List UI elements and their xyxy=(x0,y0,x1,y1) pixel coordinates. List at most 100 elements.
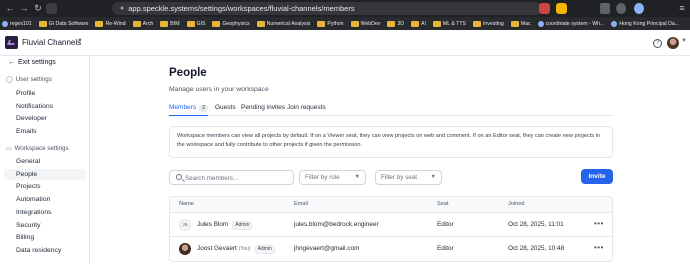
column-header-joined[interactable]: Joined xyxy=(508,201,524,207)
bookmark-label: coordinate system - Wh... xyxy=(545,20,605,27)
search-icon xyxy=(176,174,182,180)
tab-label: Pending invites xyxy=(241,104,286,111)
chevron-down-icon[interactable]: ▼ xyxy=(77,38,83,44)
menu-icon[interactable]: ≡ xyxy=(676,3,688,13)
member-name-cell: Joost Gevaert (You) Admin xyxy=(197,245,275,254)
member-name: Joost Gevaert xyxy=(197,245,237,252)
brave-shield-icon[interactable] xyxy=(539,3,550,14)
bookmark-item[interactable]: ML & TTS xyxy=(432,20,466,27)
bookmark-item[interactable]: GIS xyxy=(186,20,205,27)
bookmark-item[interactable]: Re-Wind xyxy=(95,20,126,27)
sidebar-item-projects[interactable]: Projects xyxy=(4,181,86,192)
table-row: JB Jules Blom Admin jules.blom@bedrock.en… xyxy=(170,213,612,237)
invite-button[interactable]: Invite xyxy=(581,169,613,184)
sidebar-item-automation[interactable]: Automation xyxy=(4,194,86,205)
sidebar-item-emails[interactable]: Emails xyxy=(4,126,86,137)
workspace-name[interactable]: Fluvial Channels xyxy=(22,38,81,47)
column-header-seat[interactable]: Seat xyxy=(437,201,449,207)
sidebar-item-billing[interactable]: Billing xyxy=(4,232,86,243)
address-bar[interactable]: ● app.speckle.systems/settings/workspace… xyxy=(112,2,542,15)
bookmark-item[interactable]: regex101 xyxy=(2,20,32,27)
profile-icon[interactable] xyxy=(634,3,644,14)
bookmark-item[interactable]: WebDev xyxy=(350,20,381,27)
bookmark-item[interactable]: GI Data Software xyxy=(38,20,89,27)
bookmark-item[interactable]: Geophysics xyxy=(212,20,250,27)
page-title: People xyxy=(169,67,207,79)
site-favicon-icon xyxy=(537,20,544,27)
bookmark-label: Investing xyxy=(482,20,504,27)
bookmark-label: AI xyxy=(421,20,426,27)
bookmark-label: GI Data Software xyxy=(48,20,89,27)
folder-icon xyxy=(411,20,420,27)
sidebar-item-profile[interactable]: Profile xyxy=(4,88,86,99)
folder-icon xyxy=(38,20,47,27)
bookmark-item[interactable]: Hong Kong Principal Da... xyxy=(611,20,679,27)
member-seat[interactable]: Editor xyxy=(437,221,454,228)
folder-icon xyxy=(95,20,104,27)
sidebar-item-developer[interactable]: Developer xyxy=(4,113,86,124)
site-favicon-icon xyxy=(611,20,618,27)
search-input[interactable] xyxy=(185,173,290,183)
sidebar-item-general[interactable]: General xyxy=(4,156,86,167)
sidebar-item-integrations[interactable]: Integrations xyxy=(4,207,86,218)
page-subtitle: Manage users in your workspace xyxy=(169,86,269,93)
tab-label: Join requests xyxy=(287,104,326,111)
bookmark-label: Python xyxy=(327,20,344,27)
you-label: (You) xyxy=(238,246,251,252)
folder-icon xyxy=(472,20,481,27)
tab-pending-invites[interactable]: Pending invites xyxy=(241,103,285,116)
bookmark-item[interactable]: BIM xyxy=(160,20,180,27)
more-actions-icon[interactable]: ••• xyxy=(594,219,604,228)
tab-members[interactable]: Members 2 xyxy=(169,103,209,116)
wallet-icon[interactable] xyxy=(616,3,626,14)
select-value: Filter by seat xyxy=(381,174,418,181)
reload-icon[interactable]: ↻ xyxy=(32,3,44,14)
member-name-cell: Jules Blom Admin xyxy=(197,221,253,230)
sidebar-toggle-icon[interactable] xyxy=(600,3,610,14)
bookmark-item[interactable]: coordinate system - Wh... xyxy=(537,20,605,27)
members-table: Name Email Seat Joined JB Jules Blom Admi… xyxy=(169,196,613,262)
section-label: User settings xyxy=(15,76,52,83)
extension-icon[interactable] xyxy=(556,3,567,14)
table-header: Name Email Seat Joined xyxy=(170,197,612,213)
bookmark-item[interactable]: Mac xyxy=(510,20,531,27)
bookmark-item[interactable]: 3D xyxy=(387,20,404,27)
folder-icon xyxy=(160,20,169,27)
bookmark-item[interactable]: Numerical Analysis xyxy=(256,20,310,27)
sidebar-item-people[interactable]: People xyxy=(4,168,86,180)
info-notice: Workspace members can view all projects … xyxy=(169,126,613,158)
chevron-down-icon[interactable]: ▼ xyxy=(681,38,687,44)
more-actions-icon[interactable]: ••• xyxy=(594,243,604,252)
lock-icon: ● xyxy=(120,5,125,12)
folder-icon xyxy=(350,20,359,27)
arrow-left-icon: ← xyxy=(8,59,15,66)
select-value: Filter by role xyxy=(305,174,340,181)
exit-settings-button[interactable]: ← Exit settings xyxy=(8,59,56,66)
forward-icon[interactable]: → xyxy=(18,3,30,13)
home-icon[interactable] xyxy=(46,3,57,14)
table-row: Joost Gevaert (You) Admin jhngevaert@gmail… xyxy=(170,237,612,261)
help-icon[interactable]: ? xyxy=(653,39,662,48)
tab-join-requests[interactable]: Join requests xyxy=(287,103,326,116)
tab-guests[interactable]: Guests xyxy=(215,103,236,116)
workspace-logo[interactable] xyxy=(5,36,18,49)
column-header-name[interactable]: Name xyxy=(179,201,194,207)
bookmark-label: WebDev xyxy=(360,20,381,27)
workspace-settings-heading: ▭ Workspace settings xyxy=(6,145,69,152)
sidebar-item-data-residency[interactable]: Data residency xyxy=(4,245,86,256)
back-icon[interactable]: ← xyxy=(4,3,16,13)
folder-icon xyxy=(212,20,221,27)
avatar[interactable] xyxy=(667,37,679,49)
bookmark-item[interactable]: Python xyxy=(317,20,344,27)
bookmark-item[interactable]: Investing xyxy=(472,20,504,27)
search-field[interactable] xyxy=(169,170,294,185)
filter-seat-select[interactable]: Filter by seat ▼ xyxy=(375,170,442,185)
bookmark-item[interactable]: AI xyxy=(411,20,426,27)
url-text: app.speckle.systems/settings/workspaces/… xyxy=(128,4,355,13)
column-header-email[interactable]: Email xyxy=(294,201,308,207)
sidebar-item-security[interactable]: Security xyxy=(4,220,86,231)
sidebar-item-notifications[interactable]: Notifications xyxy=(4,101,86,112)
filter-role-select[interactable]: Filter by role ▼ xyxy=(299,170,366,185)
bookmark-item[interactable]: Arch xyxy=(132,20,153,27)
member-seat[interactable]: Editor xyxy=(437,245,454,252)
